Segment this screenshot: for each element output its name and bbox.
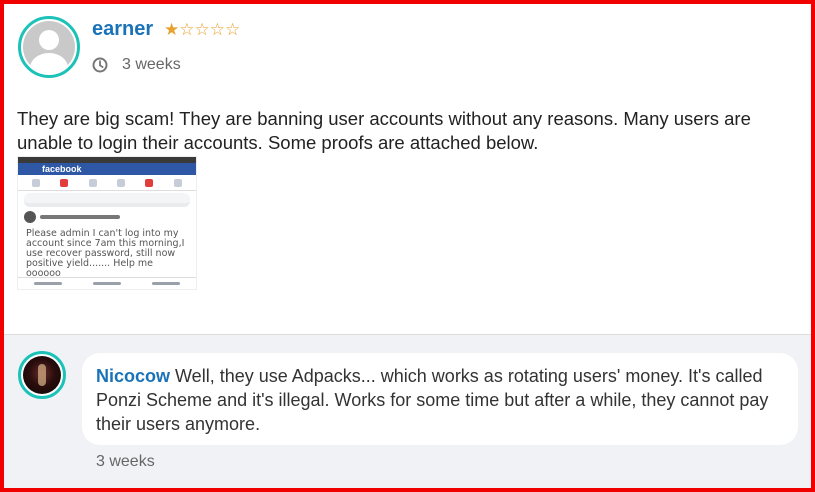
screenshot-frame: earner ★☆☆☆☆ 3 weeks They are big scam! … xyxy=(0,0,815,492)
clock-icon xyxy=(92,57,108,73)
reply-bubble: Nicocow Well, they use Adpacks... which … xyxy=(82,353,798,445)
rating-stars: ★☆☆☆☆ xyxy=(164,20,241,39)
proof-post-text: Please admin I can't log into my account… xyxy=(26,228,185,279)
reviewer-username[interactable]: earner xyxy=(92,18,153,41)
user-photo-avatar-icon xyxy=(23,356,61,394)
replier-avatar[interactable] xyxy=(18,351,66,399)
reply-time-label: 3 weeks xyxy=(96,453,155,470)
proof-app-label: facebook xyxy=(42,164,82,174)
review-time: 3 weeks xyxy=(92,56,181,74)
reviewer-avatar[interactable] xyxy=(18,16,80,78)
review-time-label: 3 weeks xyxy=(122,56,181,73)
reply-section: Nicocow Well, they use Adpacks... which … xyxy=(4,334,811,488)
reply-body: Well, they use Adpacks... which works as… xyxy=(96,366,769,434)
review-body: They are big scam! They are banning user… xyxy=(17,108,751,153)
default-user-avatar-icon xyxy=(23,21,75,73)
review-card: earner ★☆☆☆☆ 3 weeks They are big scam! … xyxy=(4,4,811,334)
proof-screenshot-image[interactable]: facebook Please admin I can't log into m… xyxy=(17,156,197,290)
replier-username[interactable]: Nicocow xyxy=(96,366,170,386)
